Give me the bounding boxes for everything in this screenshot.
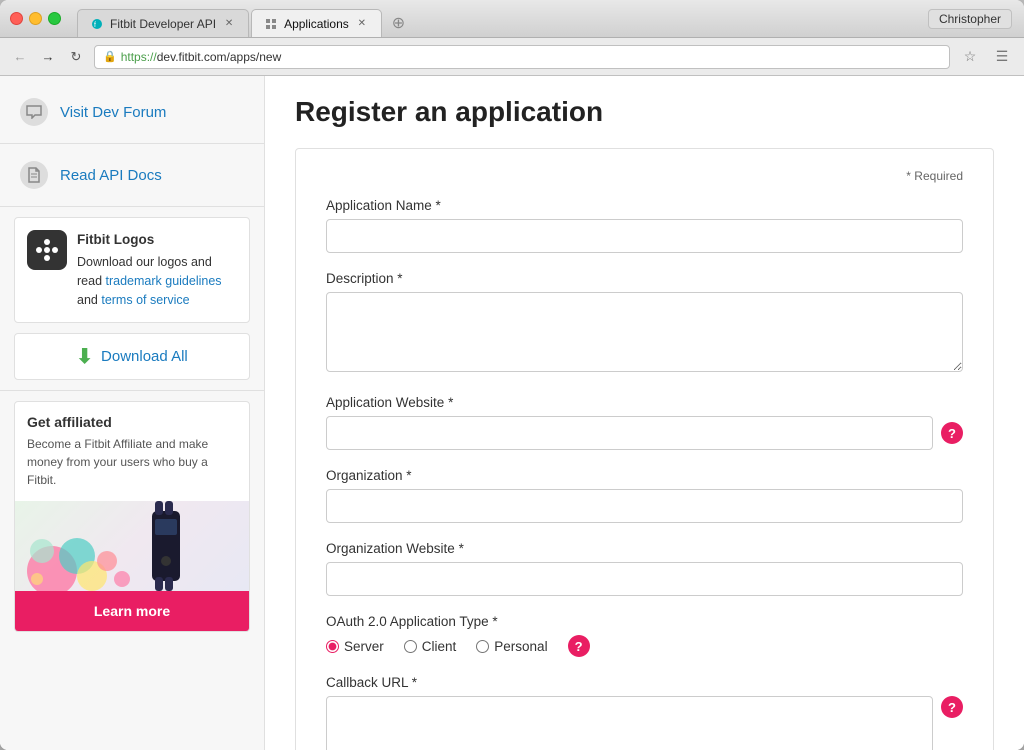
- radio-server-input[interactable]: [326, 640, 339, 653]
- input-description[interactable]: [326, 292, 963, 372]
- page-title: Register an application: [295, 96, 994, 128]
- radio-personal-input[interactable]: [476, 640, 489, 653]
- maximize-button[interactable]: [48, 12, 61, 25]
- field-app-website: Application Website * ?: [326, 395, 963, 450]
- app-website-help-icon[interactable]: ?: [941, 422, 963, 444]
- required-note: * Required: [326, 169, 963, 183]
- field-description: Description *: [326, 271, 963, 377]
- radio-client-input[interactable]: [404, 640, 417, 653]
- chat-icon: [20, 98, 48, 126]
- svg-text:f: f: [94, 22, 96, 29]
- download-all-label: Download All: [101, 348, 188, 365]
- radio-server-label: Server: [344, 639, 384, 654]
- input-app-website[interactable]: [326, 416, 933, 450]
- fitbit-logos-and: and: [77, 293, 101, 307]
- oauth-help-icon[interactable]: ?: [568, 635, 590, 657]
- sidebar-api-docs-label: Read API Docs: [60, 167, 162, 184]
- traffic-lights: [10, 12, 61, 25]
- tos-link[interactable]: terms of service: [101, 293, 189, 307]
- fitbit-tab-icon: f: [90, 17, 104, 31]
- tab-fitbit-dev[interactable]: f Fitbit Developer API ✕: [77, 9, 249, 37]
- url-scheme: https://: [121, 50, 157, 64]
- affiliate-illustration: [22, 501, 242, 591]
- url-bar[interactable]: 🔒 https://dev.fitbit.com/apps/new: [94, 45, 950, 69]
- affiliate-title: Get affiliated: [27, 414, 237, 430]
- field-app-name: Application Name *: [326, 198, 963, 253]
- refresh-button[interactable]: ↻: [66, 47, 86, 67]
- label-app-name: Application Name *: [326, 198, 963, 213]
- tab-fitbit-dev-label: Fitbit Developer API: [110, 17, 216, 31]
- label-org-website: Organization Website *: [326, 541, 963, 556]
- url-domain: dev.fitbit.com/apps/new: [157, 50, 282, 64]
- close-button[interactable]: [10, 12, 23, 25]
- app-website-row: ?: [326, 416, 963, 450]
- divider-1: [0, 143, 264, 144]
- radio-server[interactable]: Server: [326, 639, 384, 654]
- sidebar-item-api-docs[interactable]: Read API Docs: [0, 149, 264, 201]
- tab-applications-close[interactable]: ✕: [355, 17, 369, 31]
- field-org-website: Organization Website *: [326, 541, 963, 596]
- user-name: Christopher: [928, 9, 1012, 29]
- affiliate-top: Get affiliated Become a Fitbit Affiliate…: [15, 402, 249, 501]
- addressbar: ← → ↻ 🔒 https://dev.fitbit.com/apps/new …: [0, 38, 1024, 76]
- divider-3: [0, 390, 264, 391]
- callback-url-row: ?: [326, 696, 963, 750]
- oauth-type-group: Server Client Personal ?: [326, 635, 963, 657]
- sidebar-dev-forum-label: Visit Dev Forum: [60, 104, 166, 121]
- sidebar: Visit Dev Forum Read API Docs: [0, 76, 265, 750]
- form-container: * Required Application Name * Descriptio…: [295, 148, 994, 750]
- fitbit-logos-text: Fitbit Logos Download our logos and read…: [77, 230, 237, 310]
- download-arrow-icon: ⬇: [76, 344, 93, 369]
- tab-applications-label: Applications: [284, 17, 349, 31]
- titlebar: f Fitbit Developer API ✕ Applications ✕: [0, 0, 1024, 38]
- affiliate-card: Get affiliated Become a Fitbit Affiliate…: [14, 401, 250, 632]
- field-oauth-type: OAuth 2.0 Application Type * Server Clie…: [326, 614, 963, 657]
- field-organization: Organization *: [326, 468, 963, 523]
- trademark-link[interactable]: trademark guidelines: [106, 274, 222, 288]
- affiliate-image: [15, 501, 249, 591]
- ssl-icon: 🔒: [103, 50, 117, 63]
- back-button[interactable]: ←: [10, 47, 30, 67]
- fitbit-logo-icon: [27, 230, 67, 270]
- download-all-button[interactable]: ⬇ Download All: [14, 333, 250, 380]
- tab-applications[interactable]: Applications ✕: [251, 9, 382, 37]
- label-app-website: Application Website *: [326, 395, 963, 410]
- callback-url-help-icon[interactable]: ?: [941, 696, 963, 718]
- radio-client-label: Client: [422, 639, 457, 654]
- apps-tab-icon: [264, 17, 278, 31]
- input-callback-url[interactable]: [326, 696, 933, 750]
- minimize-button[interactable]: [29, 12, 42, 25]
- fitbit-logos-card: Fitbit Logos Download our logos and read…: [14, 217, 250, 323]
- browser-window: f Fitbit Developer API ✕ Applications ✕: [0, 0, 1024, 750]
- input-organization[interactable]: [326, 489, 963, 523]
- input-org-website[interactable]: [326, 562, 963, 596]
- sidebar-item-dev-forum[interactable]: Visit Dev Forum: [0, 86, 264, 138]
- radio-personal-label: Personal: [494, 639, 547, 654]
- content-area: Visit Dev Forum Read API Docs: [0, 76, 1024, 750]
- input-app-name[interactable]: [326, 219, 963, 253]
- divider-2: [0, 206, 264, 207]
- radio-client[interactable]: Client: [404, 639, 457, 654]
- doc-icon: [20, 161, 48, 189]
- label-description: Description *: [326, 271, 963, 286]
- field-callback-url: Callback URL * ?: [326, 675, 963, 750]
- bookmark-button[interactable]: ☆: [958, 45, 982, 69]
- new-tab-button[interactable]: ⊕: [384, 9, 413, 37]
- main-content: Register an application * Required Appli…: [265, 76, 1024, 750]
- fitbit-logos-title: Fitbit Logos: [77, 230, 237, 250]
- radio-personal[interactable]: Personal: [476, 639, 547, 654]
- tab-fitbit-dev-close[interactable]: ✕: [222, 17, 236, 31]
- affiliate-desc: Become a Fitbit Affiliate and make money…: [27, 435, 237, 489]
- forward-button[interactable]: →: [38, 47, 58, 67]
- label-callback-url: Callback URL *: [326, 675, 963, 690]
- tab-bar: f Fitbit Developer API ✕ Applications ✕: [77, 0, 413, 37]
- label-oauth-type: OAuth 2.0 Application Type *: [326, 614, 963, 629]
- learn-more-button[interactable]: Learn more: [15, 591, 249, 631]
- url-text: https://dev.fitbit.com/apps/new: [121, 50, 282, 64]
- menu-button[interactable]: ☰: [990, 45, 1014, 69]
- label-organization: Organization *: [326, 468, 963, 483]
